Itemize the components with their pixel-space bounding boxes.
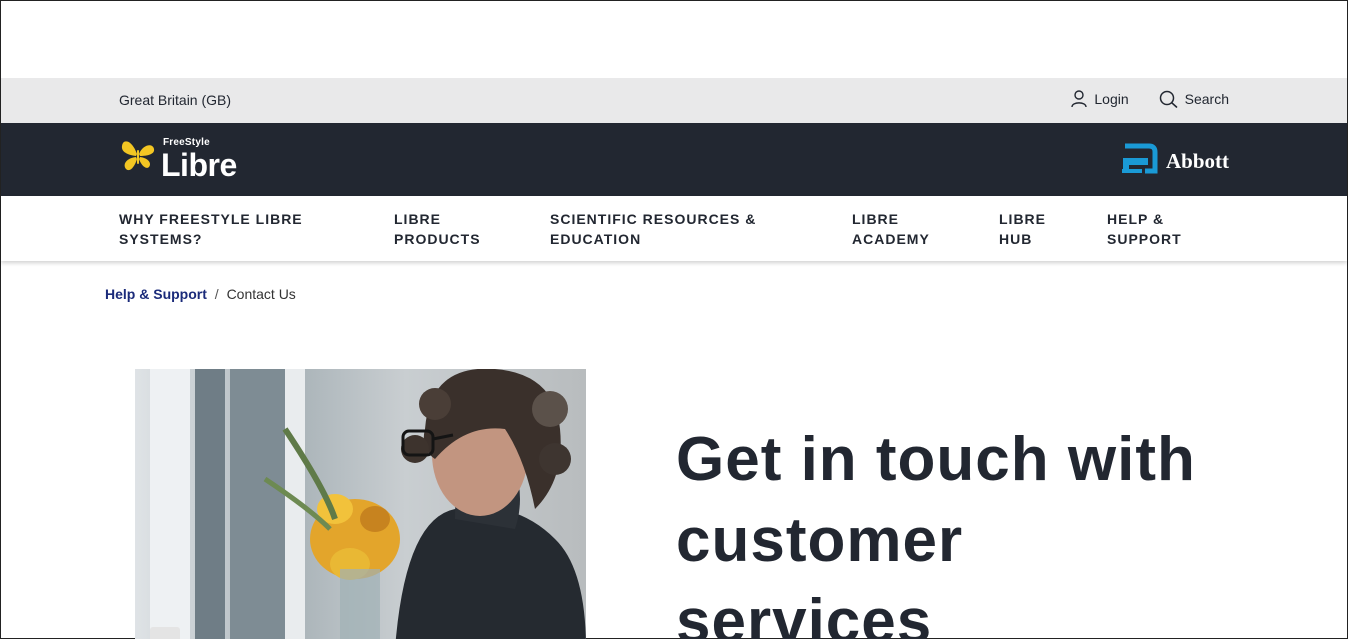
login-label: Login (1094, 91, 1129, 107)
nav-libre-hub[interactable]: LIBRE HUB (999, 209, 1046, 249)
brand-large-text: Libre (161, 147, 237, 183)
breadcrumb-help-support[interactable]: Help & Support (105, 286, 207, 302)
utility-bar: Great Britain (GB) Login Search (1, 78, 1347, 123)
breadcrumb: Help & Support / Contact Us (105, 286, 296, 302)
nav-why-freestyle-libre[interactable]: WHY FREESTYLE LIBRE SYSTEMS? (119, 209, 303, 249)
user-icon (1071, 90, 1088, 108)
freestyle-libre-logo[interactable]: FreeStyle Libre (119, 136, 237, 181)
main-navigation: WHY FREESTYLE LIBRE SYSTEMS? LIBRE PRODU… (1, 196, 1347, 261)
hero-image (135, 369, 586, 639)
breadcrumb-current: Contact Us (226, 286, 296, 302)
abbott-logo-icon (1121, 143, 1159, 179)
nav-libre-academy[interactable]: LIBRE ACADEMY (852, 209, 930, 249)
login-link[interactable]: Login (1071, 90, 1129, 108)
utility-links: Login Search (1071, 90, 1229, 108)
region-selector[interactable]: Great Britain (GB) (119, 92, 231, 108)
brand-bar: FreeStyle Libre Abbott (1, 123, 1347, 196)
abbott-logo[interactable]: Abbott (1121, 143, 1229, 179)
abbott-name: Abbott (1165, 148, 1229, 173)
top-blank-area (1, 1, 1347, 78)
search-link[interactable]: Search (1159, 90, 1229, 108)
breadcrumb-separator: / (214, 286, 219, 302)
nav-help-support[interactable]: HELP & SUPPORT (1107, 209, 1182, 249)
butterfly-icon (119, 136, 161, 181)
nav-libre-products[interactable]: LIBRE PRODUCTS (394, 209, 481, 249)
hero-heading: Get in touch with customer services (676, 425, 1196, 639)
nav-scientific-resources[interactable]: SCIENTIFIC RESOURCES & EDUCATION (550, 209, 756, 249)
search-icon (1159, 90, 1178, 108)
search-label: Search (1184, 91, 1229, 107)
